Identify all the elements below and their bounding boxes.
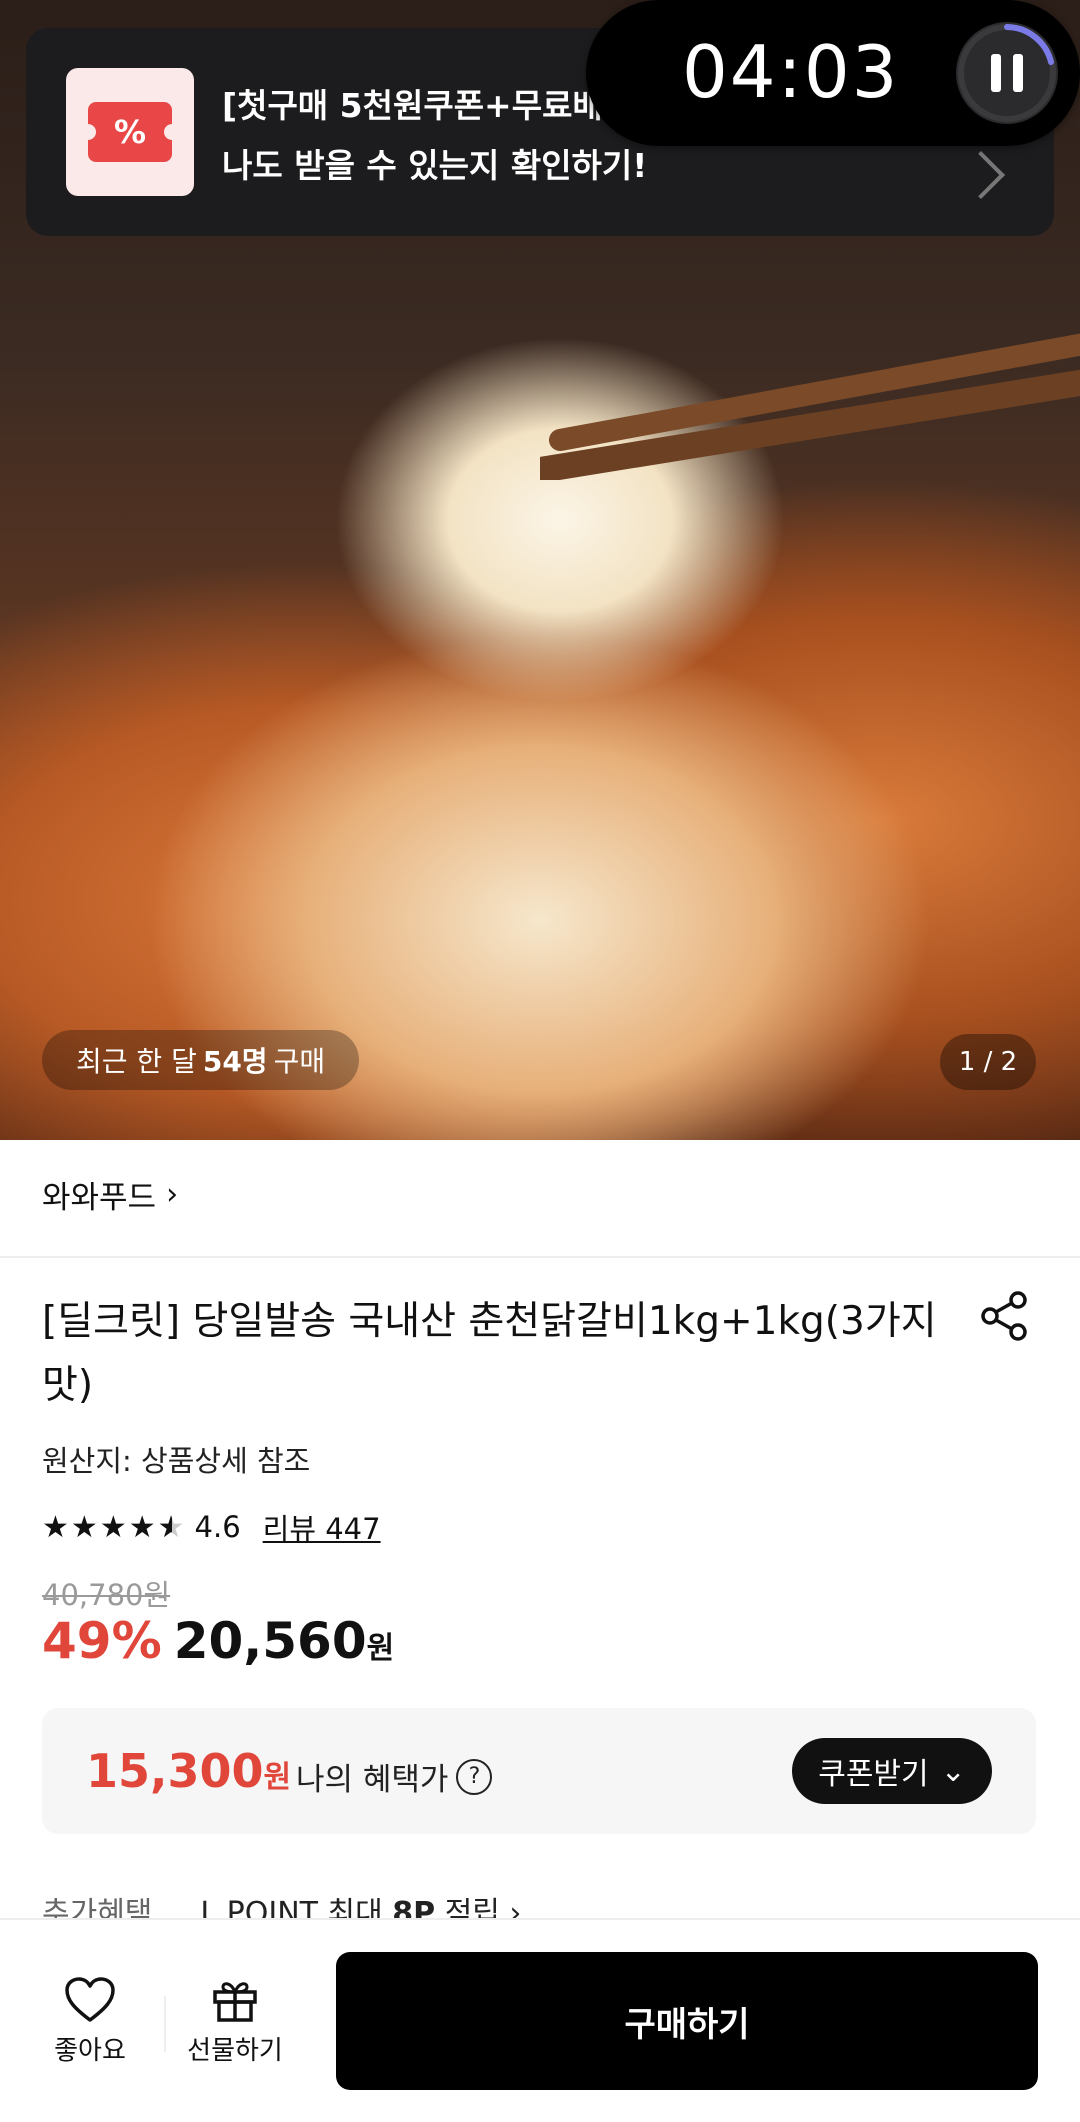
benefit-price-unit: 원 [263,1760,292,1795]
chevron-down-icon: ⌄ [940,1753,966,1789]
purchase-suffix: 구매 [273,1045,326,1078]
product-title: [딜크릿] 당일발송 국내산 춘천닭갈비1kg+1kg(3가지맛) [42,1299,937,1408]
buy-button[interactable]: 구매하기 [336,1952,1038,2090]
promo-line-2: 나도 받을 수 있는지 확인하기! [222,146,648,185]
benefit-label: 나의 혜택가 ? [296,1754,493,1799]
timer-overlay[interactable]: 04:03 [586,0,1080,146]
heart-icon [65,1977,115,2022]
review-link[interactable]: 리뷰 447 [263,1506,381,1548]
sale-price-value: 20,560 [173,1612,367,1670]
bottom-action-bar: 좋아요 선물하기 구매하기 [0,1918,1080,2122]
origin-info: 원산지: 상품상세 참조 [42,1444,311,1478]
original-price: 40,780원 [42,1578,171,1612]
chevron-right-icon [956,150,1006,200]
chopsticks-graphic [540,333,1080,480]
rating-row: ★★★★★ 4.6 리뷰 447 [42,1506,381,1548]
image-page-indicator: 1 / 2 [940,1034,1036,1090]
benefit-price: 15,300원 [86,1744,291,1798]
gift-button[interactable]: 선물하기 [180,1976,290,2067]
like-label: 좋아요 [54,2036,126,2066]
like-button[interactable]: 좋아요 [35,1976,145,2067]
seller-link[interactable]: 와와푸드 › [42,1172,178,1217]
purchase-prefix: 최근 한 달 [76,1045,197,1078]
share-icon[interactable] [978,1290,1030,1342]
price-unit: 원 [366,1631,395,1666]
rating-value: 4.6 [194,1510,241,1544]
recent-purchase-badge: 최근 한 달 54명 구매 [42,1030,360,1090]
benefit-price-value: 15,300 [86,1744,264,1798]
timer-display: 04:03 [682,30,900,114]
star-rating-icon: ★ ★ ★ ★ ★ [42,1510,185,1545]
discount-rate: 49% [42,1612,162,1670]
pause-button[interactable] [956,22,1058,124]
price-row: 49% 20,560원 [42,1612,394,1670]
benefit-price-box: 15,300원 나의 혜택가 ? 쿠폰받기 ⌄ [42,1708,1036,1834]
promo-text: [첫구매 5천원쿠폰+무료배 나도 받을 수 있는지 확인하기! [222,76,647,196]
help-icon[interactable]: ? [456,1758,493,1795]
gift-label: 선물하기 [187,2036,283,2066]
coupon-button-label: 쿠폰받기 [818,1757,929,1792]
divider [164,1996,166,2052]
promo-line-1: [첫구매 5천원쿠폰+무료배 [222,86,603,125]
gift-icon [213,1982,257,2022]
get-coupon-button[interactable]: 쿠폰받기 ⌄ [792,1738,992,1804]
pause-icon [991,54,1023,92]
purchase-count: 54명 [202,1045,268,1078]
sale-price: 20,560원 [174,1612,395,1670]
coupon-percent-icon: % [66,68,194,196]
chevron-right-icon: › [166,1177,179,1212]
benefit-label-text: 나의 혜택가 [296,1762,449,1798]
divider [0,1256,1080,1258]
seller-name: 와와푸드 [42,1180,157,1216]
